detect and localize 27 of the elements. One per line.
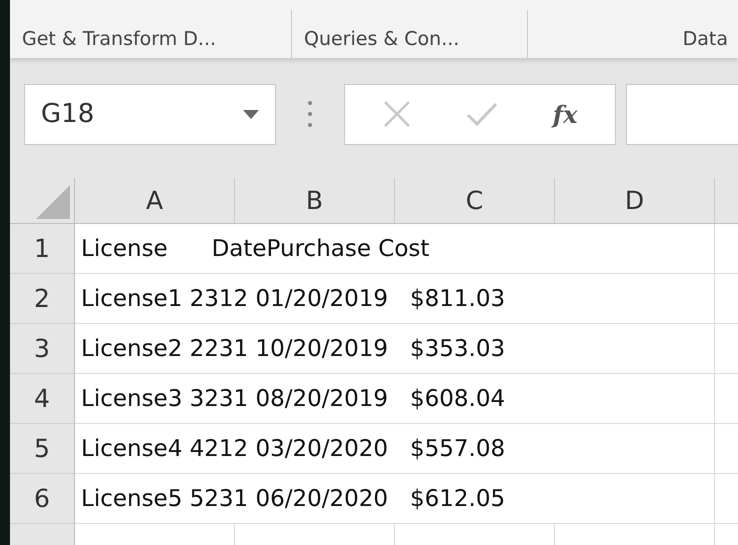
table-cell: License3 3231 08/20/2019 $608.04: [75, 374, 738, 424]
dropdown-caret-icon: [243, 110, 259, 118]
table-cell: License2 2231 10/20/2019 $353.03: [75, 324, 738, 374]
drag-handle-icon[interactable]: [308, 100, 312, 128]
table-cell: License1 2312 01/20/2019 $811.03: [75, 274, 738, 324]
formula-input[interactable]: [626, 84, 738, 144]
row-header[interactable]: 2: [10, 274, 75, 324]
ribbon-group-label: Queries & Con...: [304, 28, 460, 50]
column-header[interactable]: B: [235, 178, 395, 224]
insert-function-button[interactable]: fx: [552, 100, 578, 128]
column-header[interactable]: D: [555, 178, 715, 224]
row-header[interactable]: 4: [10, 374, 75, 424]
ribbon-group-label: Data: [682, 28, 728, 50]
table-cell: License5 5231 06/20/2020 $612.05: [75, 474, 738, 524]
name-box[interactable]: G18: [24, 84, 276, 144]
check-icon[interactable]: [466, 101, 498, 127]
row-header[interactable]: 1: [10, 224, 75, 274]
column-header[interactable]: C: [395, 178, 555, 224]
select-all-icon[interactable]: [36, 185, 70, 219]
ribbon-group-label: Get & Transform D...: [22, 28, 216, 50]
table-cell: License DatePurchase Cost: [75, 224, 738, 274]
row-header[interactable]: 6: [10, 474, 75, 524]
row-header[interactable]: 5: [10, 424, 75, 474]
column-header[interactable]: A: [75, 178, 235, 224]
cancel-icon[interactable]: [382, 100, 411, 128]
table-cell: License4 4212 03/20/2020 $557.08: [75, 424, 738, 474]
row-header[interactable]: 3: [10, 324, 75, 374]
